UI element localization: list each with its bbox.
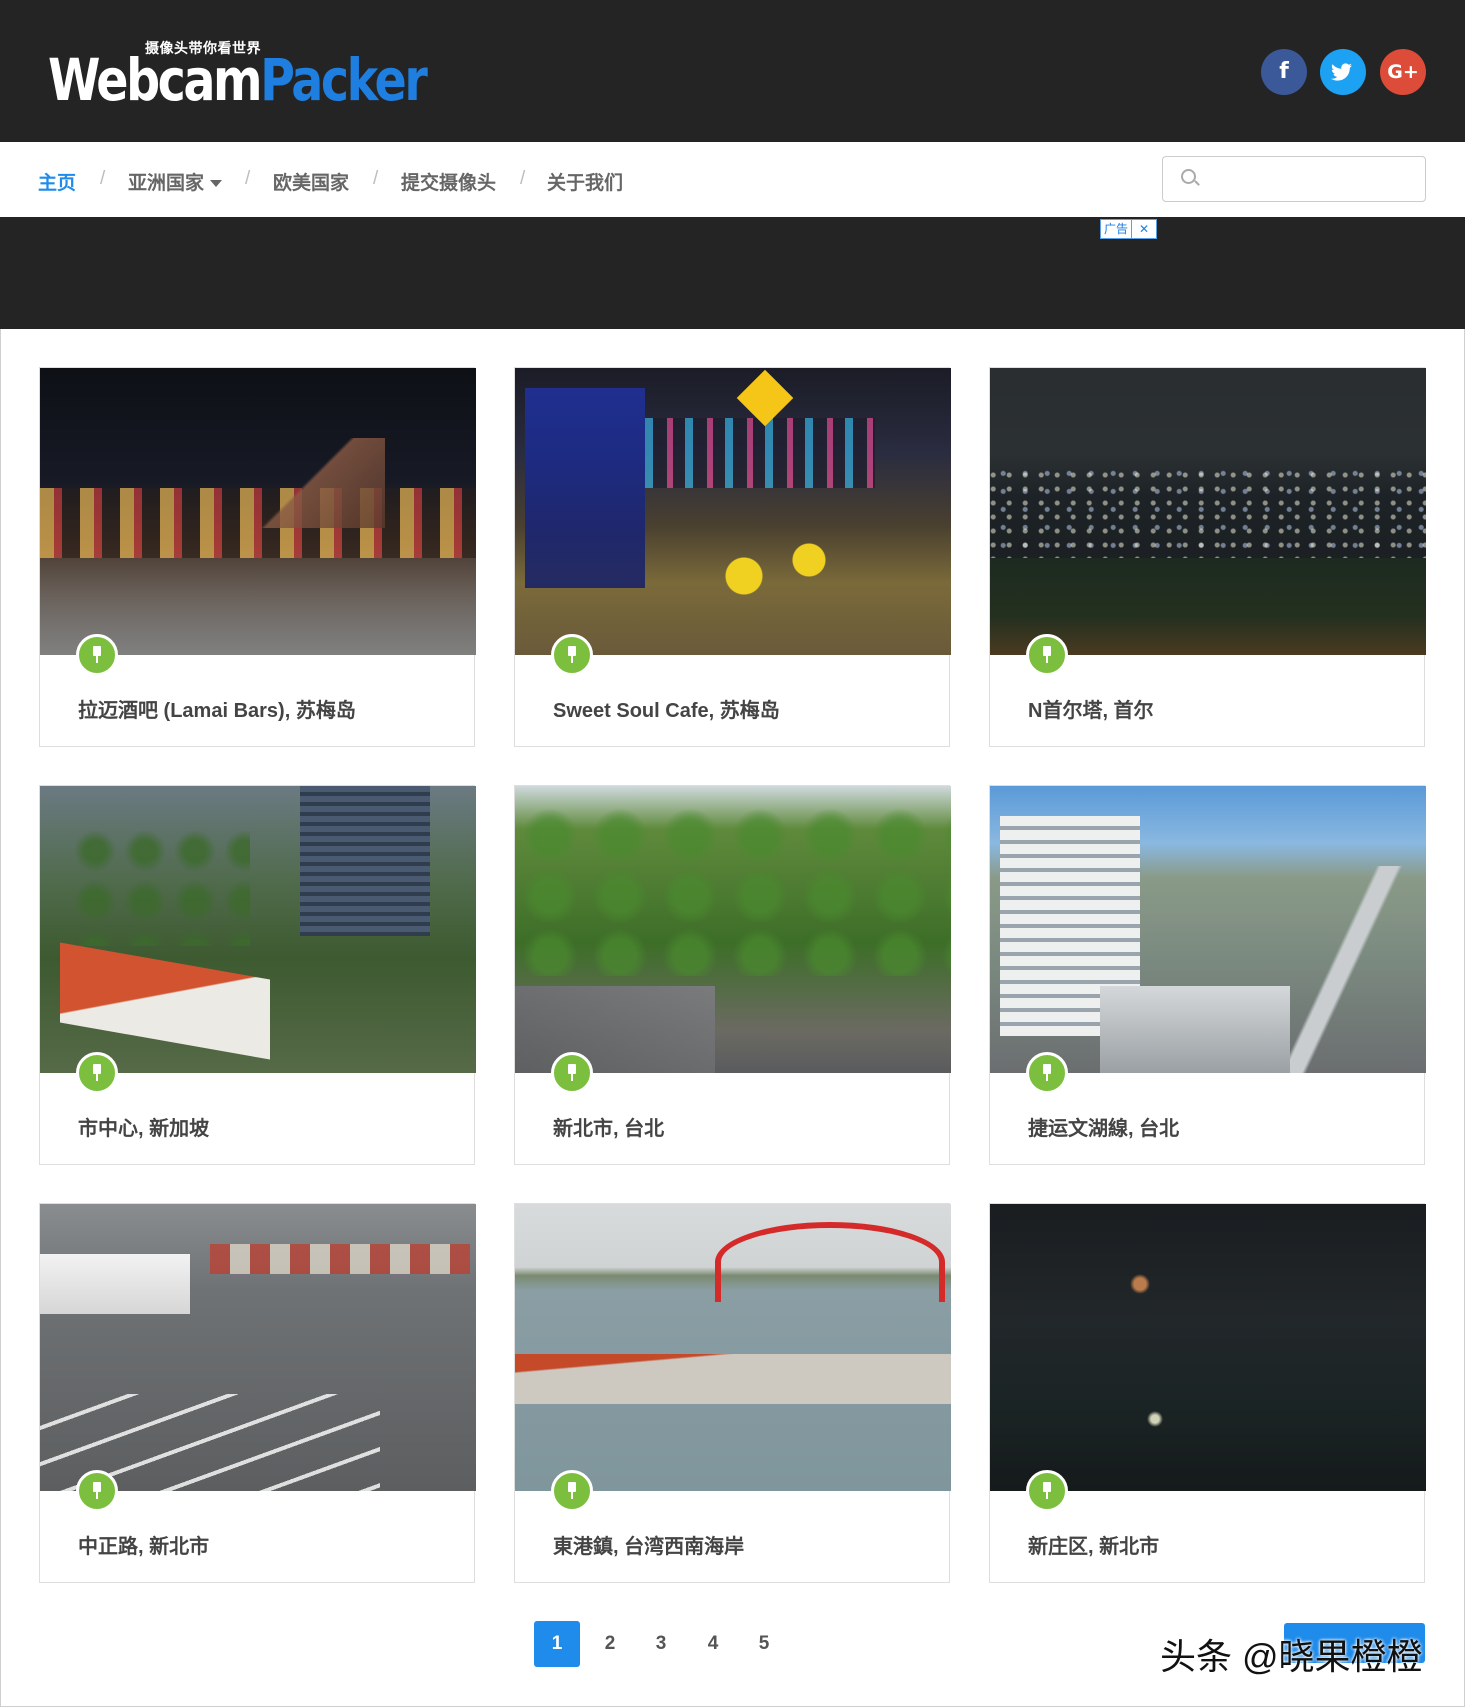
webcam-thumbnail[interactable] [990,786,1426,1073]
logo-word-packer: Packer [260,46,428,114]
webcam-title[interactable]: 新庄区, 新北市 [1028,1530,1159,1559]
pin-glyph [1042,1482,1052,1500]
nav-item-asia-label: 亚洲国家 [128,173,205,194]
webcam-thumbnail[interactable] [515,1204,951,1491]
webcam-title[interactable]: 市中心, 新加坡 [78,1112,209,1141]
pin-icon [1026,1052,1068,1094]
search-box[interactable] [1162,156,1426,202]
pin-glyph [92,1482,102,1500]
chevron-down-icon [210,180,223,188]
logo-word-webcam: Webcam [48,46,263,114]
nav-separator: / [520,168,526,189]
pin-glyph [1042,646,1052,664]
pin-icon [76,634,118,676]
webcam-card[interactable]: 市中心, 新加坡 [39,785,476,1165]
facebook-icon[interactable]: f [1261,49,1307,95]
webcam-card[interactable]: Sweet Soul Cafe, 苏梅岛 [514,367,951,747]
nav-item-about-us[interactable]: 关于我们 [547,168,623,195]
close-icon[interactable]: ✕ [1131,220,1156,238]
pagination-page-2[interactable]: 2 [595,1621,625,1667]
webcam-title[interactable]: 捷运文湖線, 台北 [1028,1112,1179,1141]
ad-label: 广告 [1104,222,1129,236]
pin-icon [76,1052,118,1094]
nav-separator: / [100,168,106,189]
main-nav: 主页 / 亚洲国家 / 欧美国家 / 提交摄像头 / 关于我们 [0,142,1465,217]
webcam-thumbnail[interactable] [990,368,1426,655]
webcam-card[interactable]: 中正路, 新北市 [39,1203,476,1583]
pin-glyph [567,646,577,664]
pin-icon [551,634,593,676]
logo-wordmark: WebcamPacker [48,46,428,116]
pin-glyph [567,1064,577,1082]
search-icon [1181,169,1196,184]
twitter-icon[interactable] [1320,49,1366,95]
google-plus-icon[interactable]: G+ [1380,49,1426,95]
pin-icon [1026,1470,1068,1512]
webcam-title[interactable]: 中正路, 新北市 [78,1530,209,1559]
webcam-thumbnail[interactable] [40,786,476,1073]
webcam-title[interactable]: N首尔塔, 首尔 [1028,694,1154,723]
webcam-title[interactable]: 拉迈酒吧 (Lamai Bars), 苏梅岛 [78,694,356,723]
pagination-page-4[interactable]: 4 [698,1621,728,1667]
webcam-thumbnail[interactable] [40,1204,476,1491]
webcam-card[interactable]: 東港鎮, 台湾西南海岸 [514,1203,951,1583]
pagination-page-1[interactable]: 1 [534,1621,580,1667]
ad-badge: 广告 ✕ [1100,219,1158,239]
twitter-bird-icon [1331,63,1352,81]
pin-glyph [92,646,102,664]
webcam-card[interactable]: 新庄区, 新北市 [989,1203,1426,1583]
webcam-title[interactable]: Sweet Soul Cafe, 苏梅岛 [553,694,780,723]
webcam-thumbnail[interactable] [515,786,951,1073]
pin-glyph [567,1482,577,1500]
search-input[interactable] [1209,157,1413,201]
ad-banner[interactable]: 广告 ✕ [0,217,1465,329]
nav-separator: / [245,168,251,189]
nav-item-home[interactable]: 主页 [38,168,76,195]
webcam-title[interactable]: 東港鎮, 台湾西南海岸 [553,1530,744,1559]
webcam-card[interactable]: 捷运文湖線, 台北 [989,785,1426,1165]
webcam-title[interactable]: 新北市, 台北 [553,1112,664,1141]
pin-icon [551,1052,593,1094]
webcam-thumbnail[interactable] [990,1204,1426,1491]
webcam-thumbnail[interactable] [515,368,951,655]
site-header: 摄像头带你看世界 WebcamPacker f G+ [0,0,1465,142]
site-logo[interactable]: 摄像头带你看世界 WebcamPacker [48,36,468,116]
nav-item-submit-webcam[interactable]: 提交摄像头 [401,168,496,195]
pin-glyph [1042,1064,1052,1082]
pin-icon [551,1470,593,1512]
webcam-card[interactable]: 拉迈酒吧 (Lamai Bars), 苏梅岛 [39,367,476,747]
pin-glyph [92,1064,102,1082]
webcam-thumbnail[interactable] [40,368,476,655]
watermark-text: 头条 @晓果橙橙 [1160,1636,1423,1677]
webcam-card[interactable]: N首尔塔, 首尔 [989,367,1426,747]
pagination-page-3[interactable]: 3 [646,1621,676,1667]
pin-icon [1026,634,1068,676]
webcam-card[interactable]: 新北市, 台北 [514,785,951,1165]
pagination-page-5[interactable]: 5 [749,1621,779,1667]
pin-icon [76,1470,118,1512]
nav-item-western[interactable]: 欧美国家 [273,168,349,195]
nav-item-asia[interactable]: 亚洲国家 [128,168,223,195]
nav-separator: / [373,168,379,189]
